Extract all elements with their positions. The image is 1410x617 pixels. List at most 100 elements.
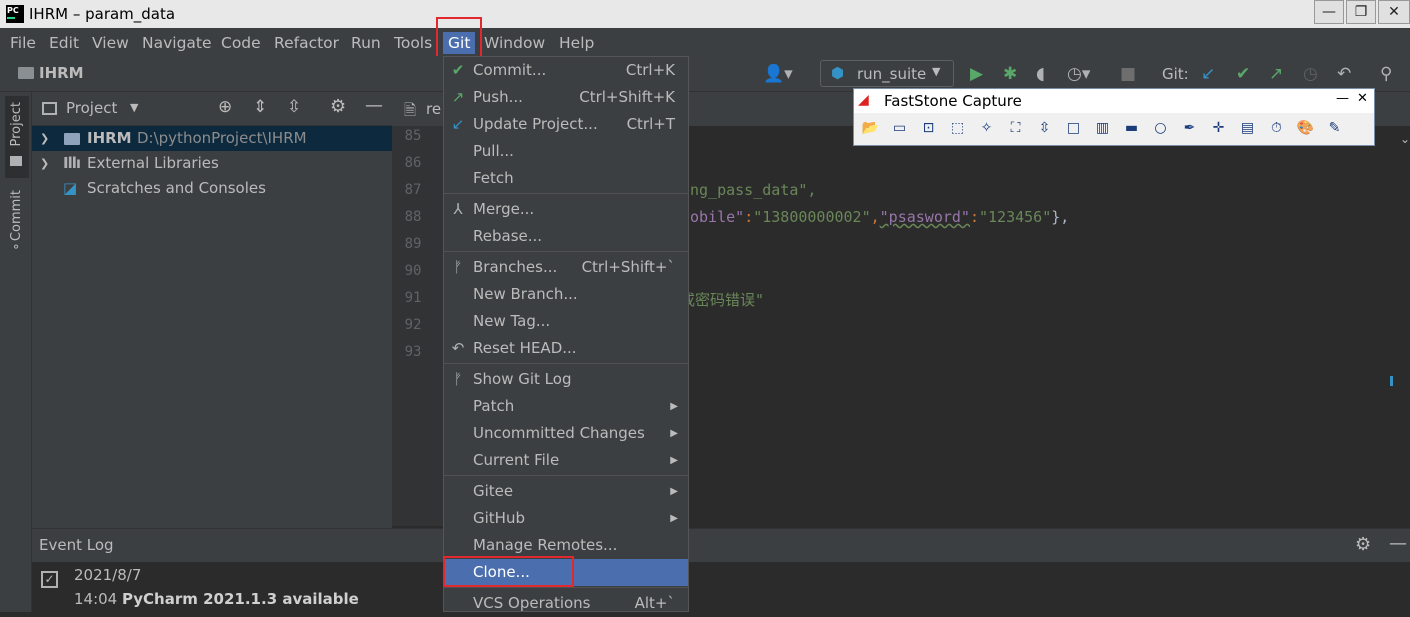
chevron-right-icon[interactable]: ❯ [40,151,49,176]
git-menu-update-project[interactable]: ↙ Update Project... Ctrl+T [444,111,688,138]
faststone-close-button[interactable]: ✕ [1357,91,1368,106]
gear-icon[interactable]: ⚙ [1355,534,1371,555]
line-number: 88 [404,209,422,225]
search-icon[interactable]: ⚲ [1380,64,1392,84]
commit-tool-tab[interactable]: Commit ⚬ [5,188,29,258]
git-menu-vcs-operations[interactable]: VCS Operations Alt+` [444,590,688,617]
debug-icon[interactable]: ✱ [1003,64,1017,84]
git-menu-merge[interactable]: ⅄ Merge... [444,196,688,223]
line-number: 91 [404,290,422,306]
color-picker-icon[interactable]: ✒ [1177,116,1202,140]
event-date: 2021/8/7 [74,566,142,584]
brush-icon[interactable]: ✎ [1322,116,1347,140]
expand-all-icon[interactable]: ⇕ [253,97,267,117]
git-menu-patch[interactable]: Patch ▶ [444,393,688,420]
git-menu-uncommitted-changes[interactable]: Uncommitted Changes ▶ [444,420,688,447]
git-menu-reset-head[interactable]: ↶ Reset HEAD... [444,335,688,362]
history-icon[interactable]: ◷ [1303,64,1318,84]
git-menu-rebase[interactable]: Rebase... [444,223,688,250]
coverage-icon[interactable]: ◖ [1036,64,1045,84]
minimize-button[interactable]: — [1314,0,1344,24]
code-brace: }, [1051,208,1070,226]
git-menu-branches[interactable]: ᚠ Branches... Ctrl+Shift+` [444,254,688,281]
menu-window[interactable]: Window [484,32,545,54]
navbar-project-name[interactable]: IHRM [39,64,84,82]
project-tree: ❯ IHRM D:\pythonProject\IHRM ❯ Illı Exte… [32,126,392,528]
project-tool-tab[interactable]: Project [5,96,29,178]
git-menu-manage-remotes[interactable]: Manage Remotes... [444,532,688,559]
run-icon[interactable]: ▶ [970,64,983,84]
object-icon[interactable]: ⊡ [916,116,941,140]
code-string: "13800000002" [753,208,871,226]
git-menu-gitee[interactable]: Gitee ▶ [444,478,688,505]
gear-icon[interactable]: ⚙ [330,96,346,117]
window-title: IHRM – param_data [29,5,176,23]
crosshair-icon[interactable]: ✛ [1206,116,1231,140]
menu-run[interactable]: Run [351,32,381,54]
hide-panel-icon[interactable]: — [365,95,383,116]
git-menu-push[interactable]: ↗ Push... Ctrl+Shift+K [444,84,688,111]
project-panel-title[interactable]: Project [66,99,117,117]
fixed-region-icon[interactable]: □ [1061,116,1086,140]
profile-icon[interactable]: ◷▾ [1067,64,1090,84]
git-menu-new-tag[interactable]: New Tag... [444,308,688,335]
menu-navigate[interactable]: Navigate [142,32,212,54]
tree-row-external-libraries[interactable]: ❯ Illı External Libraries [32,151,392,176]
menu-edit[interactable]: Edit [49,32,79,54]
timer-icon[interactable]: ⏱ [1264,116,1289,140]
video-icon[interactable]: ▥ [1090,116,1115,140]
stop-icon[interactable]: ■ [1120,64,1136,84]
git-menu-fetch[interactable]: Fetch [444,165,688,192]
hide-panel-icon[interactable]: — [1389,533,1407,554]
menu-file[interactable]: File [10,32,36,54]
tree-item-name: External Libraries [87,154,219,172]
push-icon[interactable]: ↗ [1269,64,1283,84]
scrolling-icon[interactable]: ⇳ [1032,116,1057,140]
window-icon[interactable]: ▭ [887,116,912,140]
editor-tab-label[interactable]: re [426,100,441,118]
user-icon[interactable]: 👤▾ [763,64,793,84]
menu-refactor[interactable]: Refactor [274,32,339,54]
menu-tools[interactable]: Tools [394,32,432,54]
code-line-88: obile":"13800000002","psasword":"123456"… [690,208,1069,226]
code-line-91: 或密码错误" [680,291,765,309]
chevron-right-icon[interactable]: ❯ [40,126,49,151]
menu-view[interactable]: View [92,32,129,54]
commit-icon[interactable]: ✔ [1236,64,1250,84]
chevron-down-icon[interactable]: ▼ [130,101,138,114]
code-string: "123456" [979,208,1052,226]
faststone-minimize-button[interactable]: — [1336,91,1349,106]
collapse-all-icon[interactable]: ⇳ [287,97,301,117]
git-menu-github[interactable]: GitHub ▶ [444,505,688,532]
ruler-bar-icon[interactable]: ▬ [1119,116,1144,140]
fullscreen-icon[interactable]: ⛶ [1003,116,1028,140]
menu-code[interactable]: Code [221,32,261,54]
rectangle-icon[interactable]: ⬚ [945,116,970,140]
menu-bar: File Edit View Navigate Code Refactor Ru… [0,28,1410,56]
freehand-icon[interactable]: ✧ [974,116,999,140]
tree-row-scratches[interactable]: ◪ Scratches and Consoles [32,176,392,201]
magnifier-icon[interactable]: ○ [1148,116,1173,140]
palette-icon[interactable]: 🎨 [1293,116,1318,140]
git-menu-current-file[interactable]: Current File ▶ [444,447,688,474]
file-icon: 🗎 [404,101,417,119]
open-icon[interactable]: 📂 [858,116,883,140]
event-log-header: Event Log ⚙ — [32,528,1410,562]
close-button[interactable]: ✕ [1378,0,1410,24]
git-menu-pull[interactable]: Pull... [444,138,688,165]
mark-read-icon[interactable]: ✓ [41,571,58,588]
rollback-icon[interactable]: ↶ [1337,64,1351,84]
ruler-icon[interactable]: ▤ [1235,116,1260,140]
event-message[interactable]: PyCharm 2021.1.3 available [122,590,359,608]
git-menu-new-branch[interactable]: New Branch... [444,281,688,308]
restore-button[interactable]: ❐ [1346,0,1376,24]
tree-row-ihrm[interactable]: ❯ IHRM D:\pythonProject\IHRM [32,126,392,151]
update-project-icon[interactable]: ↙ [1201,64,1215,84]
undo-icon: ↶ [451,339,465,357]
git-menu-show-git-log[interactable]: ᚠ Show Git Log [444,366,688,393]
git-menu-commit[interactable]: ✔ Commit... Ctrl+K [444,57,688,84]
menu-help[interactable]: Help [559,32,594,54]
chevron-down-icon[interactable]: ⌄ [1400,132,1410,146]
run-config-selector[interactable]: ⬢ run_suite ▼ [820,60,954,87]
locate-icon[interactable]: ⊕ [218,97,232,117]
